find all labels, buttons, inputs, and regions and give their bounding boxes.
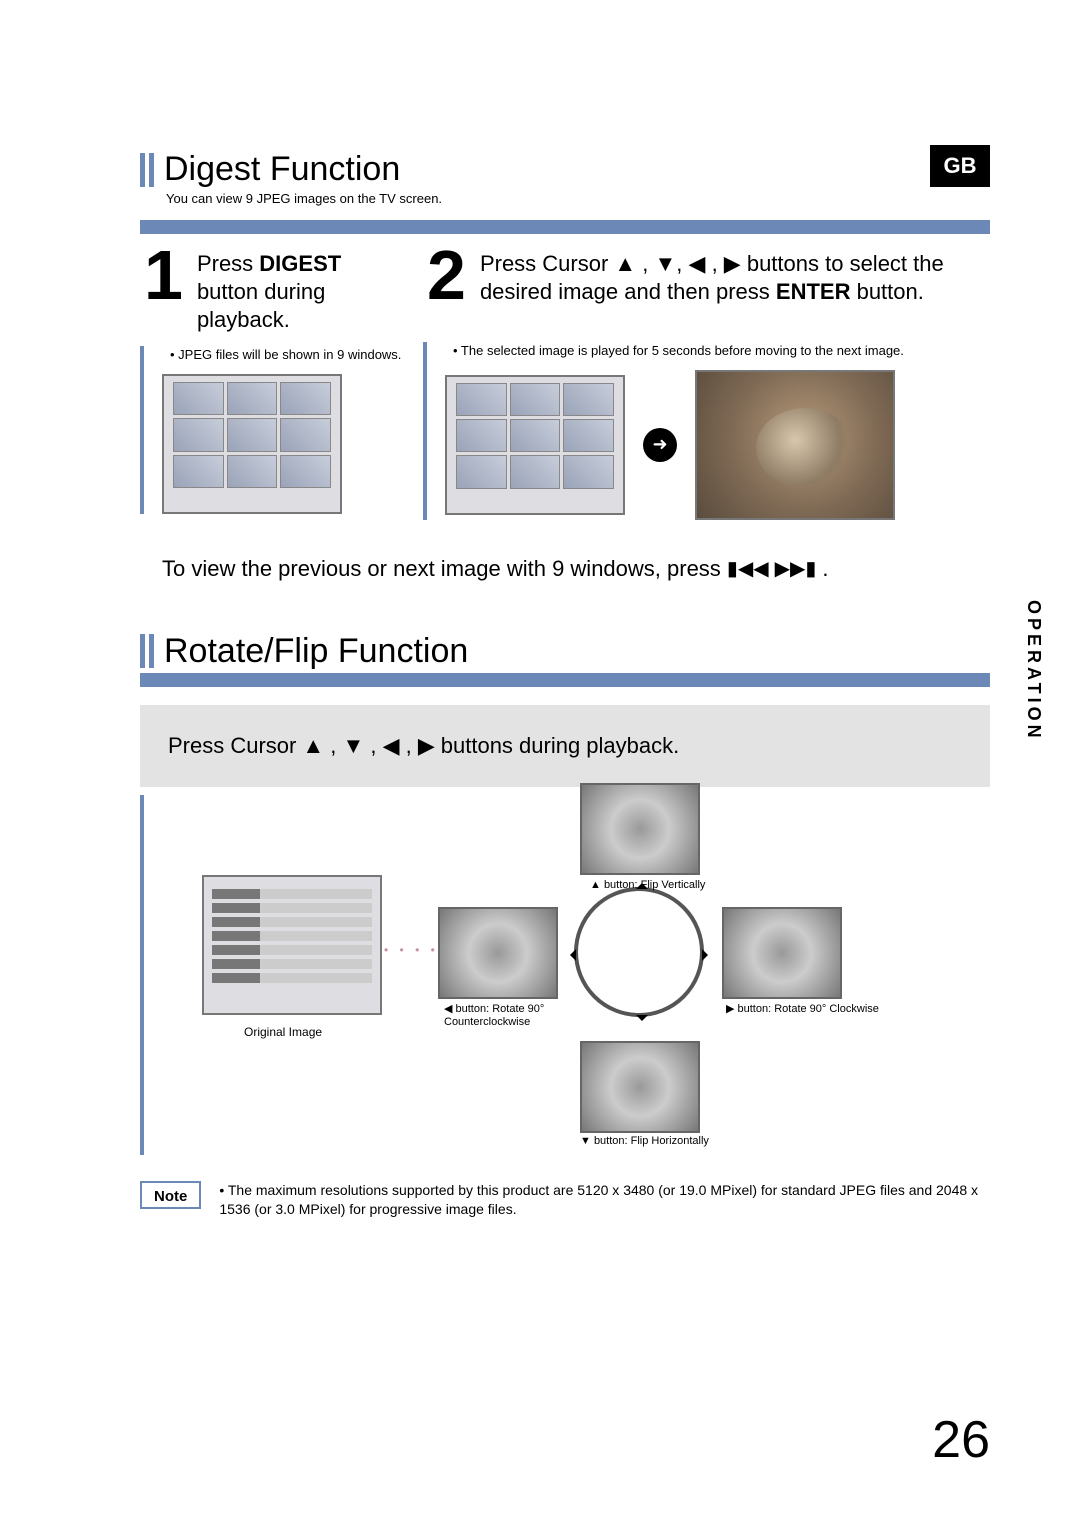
step-1: 1 Press DIGEST button during playback. •… — [140, 234, 405, 520]
rotate-ccw-thumb — [438, 907, 558, 999]
flip-vertical-thumb — [580, 783, 700, 875]
section-title-digest: Digest Function — [140, 150, 990, 189]
dpad-ring-icon — [574, 887, 704, 1017]
sample-image — [695, 370, 895, 520]
caption-down: ▼ button: Flip Horizontally — [580, 1135, 709, 1148]
step-number: 1 — [144, 244, 183, 307]
rotate-diagram: Original Image • • • • • • • • • ▲ butto… — [140, 795, 990, 1155]
skip-prev-icon: ▮◀◀ — [727, 556, 769, 581]
steps-row: 1 Press DIGEST button during playback. •… — [140, 234, 990, 520]
between-steps-text: To view the previous or next image with … — [162, 556, 990, 582]
section-bars-icon — [140, 634, 154, 668]
accent-rule — [140, 673, 990, 687]
arrow-right-icon: ➜ — [643, 428, 677, 462]
skip-next-icon: ▶▶▮ — [775, 556, 817, 581]
caption-right: ▶ button: Rotate 90° Clockwise — [726, 1003, 879, 1016]
original-image-thumb — [202, 875, 382, 1015]
note-text: • The maximum resolutions supported by t… — [219, 1181, 990, 1220]
language-badge: GB — [930, 145, 990, 187]
manual-page: GB Digest Function You can view 9 JPEG i… — [0, 0, 1080, 1528]
step-2-text: Press Cursor ▲ , ▼, ◀ , ▶ buttons to sel… — [480, 250, 990, 306]
heading-text: Rotate/Flip Function — [164, 632, 468, 671]
thumbnail-9grid — [162, 374, 342, 514]
section-title-rotate: Rotate/Flip Function — [140, 632, 990, 671]
thumbnail-9grid-selected — [445, 375, 625, 515]
section-bars-icon — [140, 153, 154, 187]
page-number: 26 — [932, 1410, 990, 1470]
accent-rule — [140, 220, 990, 234]
sidebar-section-label: OPERATION — [1023, 600, 1044, 742]
step-1-bullet: • JPEG files will be shown in 9 windows. — [162, 346, 405, 364]
note-badge: Note — [140, 1181, 201, 1209]
step-2-bullet: • The selected image is played for 5 sec… — [445, 342, 990, 360]
rotate-cw-thumb — [722, 907, 842, 999]
digest-subcaption: You can view 9 JPEG images on the TV scr… — [166, 191, 990, 206]
instruction-band: Press Cursor ▲ , ▼ , ◀ , ▶ buttons durin… — [140, 705, 990, 787]
step-1-text: Press DIGEST button during playback. — [197, 250, 405, 334]
caption-left: ◀ button: Rotate 90°Counterclockwise — [444, 1003, 544, 1029]
step-number: 2 — [427, 244, 466, 307]
original-caption: Original Image — [244, 1025, 322, 1039]
step-2: 2 Press Cursor ▲ , ▼, ◀ , ▶ buttons to s… — [423, 234, 990, 520]
heading-text: Digest Function — [164, 150, 400, 189]
note-row: Note • The maximum resolutions supported… — [140, 1181, 990, 1220]
caption-up: ▲ button: Flip Vertically — [590, 879, 705, 892]
section-rotate: Rotate/Flip Function Press Cursor ▲ , ▼ … — [140, 632, 990, 1155]
flip-horizontal-thumb — [580, 1041, 700, 1133]
